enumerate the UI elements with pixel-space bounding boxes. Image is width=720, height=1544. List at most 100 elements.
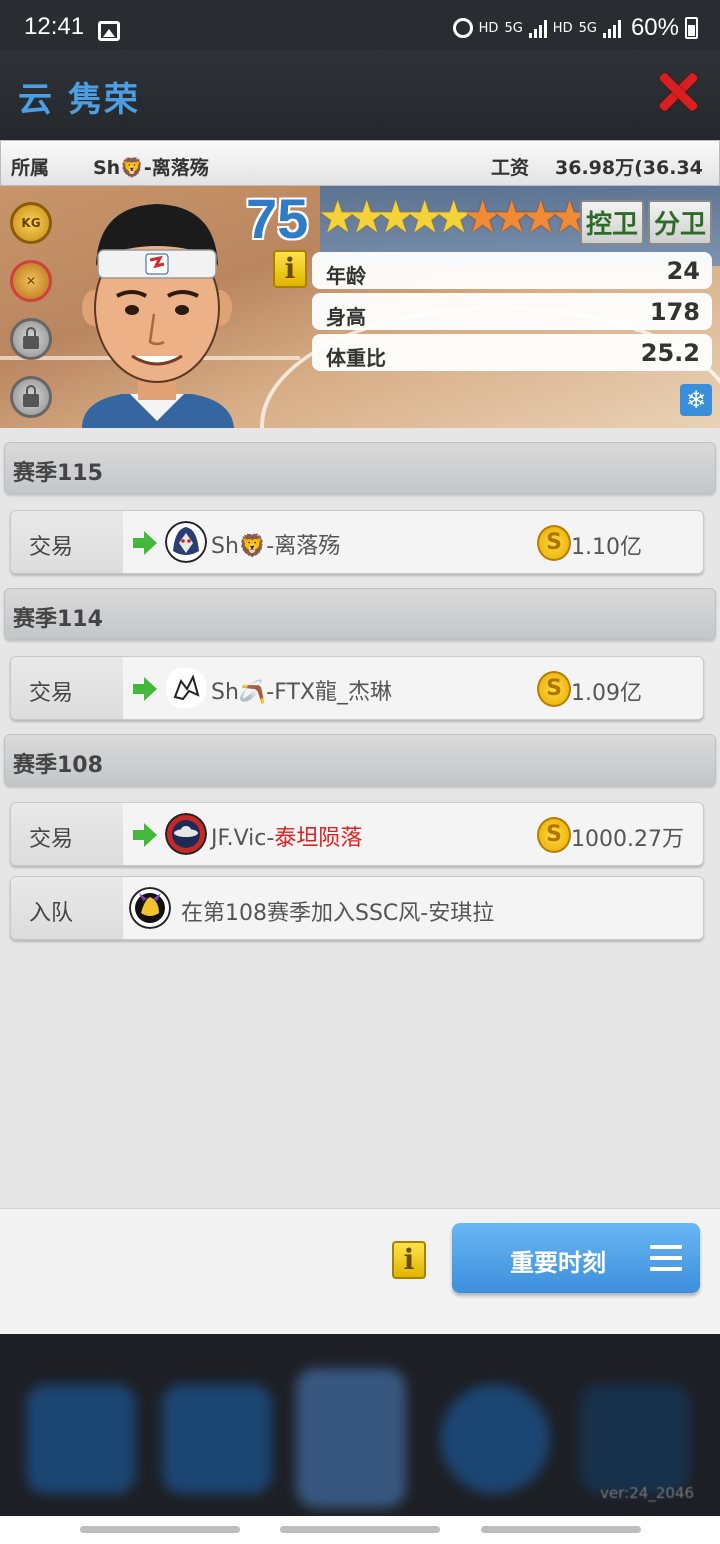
history-event-row[interactable]: 交易 Sh🦁-离落殇 S 1.10亿 (10, 510, 704, 574)
star-rating: ★ ★ ★ ★ ★ ★ ★ ★ ★ (318, 192, 590, 243)
nav-handle[interactable] (280, 1526, 440, 1533)
badge-column: KG ✕ (10, 202, 56, 428)
arrow-right-icon (133, 823, 157, 847)
event-type: 交易 (29, 535, 74, 560)
team-name: JF.Vic-泰坦陨落 (211, 820, 362, 852)
team-name: Sh🪃-FTX龍_杰琳 (211, 680, 393, 705)
signal-icon-2 (602, 18, 621, 38)
stat-row-weight-ratio: 体重比 25.2 (312, 334, 712, 371)
player-card: KG ✕ 75 ★ ★ ★ ★ ★ ★ ★ ★ ★ 控卫 分卫 i 年龄 24 … (0, 186, 720, 428)
version-label: ver:24_2046 (600, 1484, 694, 1502)
arrow-right-icon (133, 677, 157, 701)
arrow-right-icon (133, 531, 157, 555)
event-type: 入队 (29, 901, 74, 926)
close-icon[interactable] (656, 70, 700, 114)
hd-indicator-2: HD (552, 20, 573, 36)
team-value: Sh🦁-离落殇 (93, 157, 209, 179)
nav-money-icon[interactable] (162, 1384, 272, 1494)
lock-icon[interactable] (10, 376, 52, 418)
star-icon: ★ (376, 192, 416, 243)
stat-row-height: 身高 178 (312, 293, 712, 330)
history-event-row[interactable]: 入队 在第108赛季加入SSC风-安琪拉 (10, 876, 704, 940)
stat-value: 178 (649, 298, 700, 326)
trade-amount: 1000.27万 (571, 827, 684, 852)
system-nav-bar (0, 1516, 720, 1544)
title-bar: 云 隽荣 (0, 50, 720, 140)
history-event-row[interactable]: 交易 JF.Vic-泰坦陨落 S 1000.27万 (10, 802, 704, 866)
info-icon[interactable]: i (273, 250, 307, 288)
stat-label: 身高 (326, 305, 366, 329)
trade-amount: 1.10亿 (571, 535, 642, 560)
team-logo-icon (165, 521, 207, 563)
player-name: 云 隽荣 (18, 80, 140, 120)
coin-icon: S (537, 525, 571, 561)
battery-percent: 60% (630, 14, 679, 41)
position-tags: 控卫 分卫 (579, 200, 712, 245)
star-icon: ★ (347, 192, 387, 243)
nav-chat-icon[interactable] (440, 1384, 550, 1494)
hd-indicator: HD (478, 20, 499, 36)
player-avatar (82, 204, 234, 428)
season-header: 赛季114 (4, 588, 716, 640)
position-tag-pg: 控卫 (579, 200, 644, 245)
signal-icon (528, 18, 547, 38)
history-list: 赛季115 交易 Sh🦁-离落殇 S 1.10亿 赛季114 交易 Sh🪃-FT… (0, 428, 720, 1208)
event-type: 交易 (29, 681, 74, 706)
season-header: 赛季108 (4, 734, 716, 786)
star-icon: ★ (434, 192, 474, 243)
star-icon: ★ (550, 192, 590, 243)
team-logo-icon (166, 668, 206, 708)
x-badge-icon[interactable]: ✕ (10, 260, 52, 302)
salary-label: 工资 (491, 157, 530, 179)
stat-value: 25.2 (640, 339, 700, 367)
trade-amount: 1.09亿 (571, 681, 642, 706)
team-name: Sh🦁-离落殇 (211, 534, 341, 559)
alarm-icon (452, 18, 473, 38)
stat-row-age: 年龄 24 (312, 252, 712, 289)
coin-icon: S (537, 671, 571, 707)
battery-icon (685, 17, 698, 39)
menu-icon (650, 1245, 682, 1271)
network-5g-indicator-2: 5G (578, 20, 597, 36)
nav-handle[interactable] (80, 1526, 240, 1533)
team-logo-icon (165, 813, 207, 855)
nav-star-icon[interactable] (26, 1384, 136, 1494)
nav-team-icon[interactable] (296, 1368, 406, 1508)
stat-label: 体重比 (326, 346, 386, 370)
event-type: 交易 (29, 827, 74, 852)
game-bottom-nav: ver:24_2046 (0, 1334, 720, 1516)
info-icon[interactable]: i (392, 1241, 426, 1279)
team-name-highlight: 泰坦陨落 (274, 826, 363, 851)
snowflake-icon[interactable]: ❄ (680, 384, 712, 416)
star-icon: ★ (492, 192, 532, 243)
player-rating: 75 (246, 187, 309, 250)
season-title: 赛季108 (13, 753, 103, 778)
nav-up-icon[interactable] (580, 1384, 690, 1494)
key-moments-label: 重要时刻 (510, 1249, 606, 1277)
gallery-icon (98, 21, 120, 41)
status-time: 12:41 (24, 13, 85, 40)
stat-value: 24 (666, 257, 700, 285)
star-icon: ★ (405, 192, 445, 243)
coin-icon: S (537, 817, 571, 853)
key-moments-button[interactable]: 重要时刻 (452, 1223, 700, 1293)
history-event-row[interactable]: 交易 Sh🪃-FTX龍_杰琳 S 1.09亿 (10, 656, 704, 720)
season-title: 赛季115 (13, 461, 103, 486)
stat-label: 年龄 (326, 264, 366, 288)
team-name-prefix: JF.Vic- (211, 826, 275, 851)
season-header: 赛季115 (4, 442, 716, 494)
star-icon: ★ (318, 192, 358, 243)
player-info-bar: 所属 Sh🦁-离落殇 工资 36.98万(36.34万) (0, 140, 720, 206)
position-tag-sg: 分卫 (647, 200, 712, 245)
status-bar: 12:41 HD 5G HD 5G 60% (0, 0, 720, 50)
star-icon: ★ (521, 192, 561, 243)
season-title: 赛季114 (13, 607, 103, 632)
bottom-panel: i 重要时刻 (0, 1208, 720, 1334)
event-description: 在第108赛季加入SSC风-安琪拉 (181, 901, 495, 926)
team-label: 所属 (11, 157, 50, 179)
nav-handle[interactable] (481, 1526, 641, 1533)
kg-badge-icon[interactable]: KG (10, 202, 52, 244)
network-5g-indicator: 5G (504, 20, 523, 36)
lock-icon[interactable] (10, 318, 52, 360)
team-logo-icon (129, 887, 171, 929)
